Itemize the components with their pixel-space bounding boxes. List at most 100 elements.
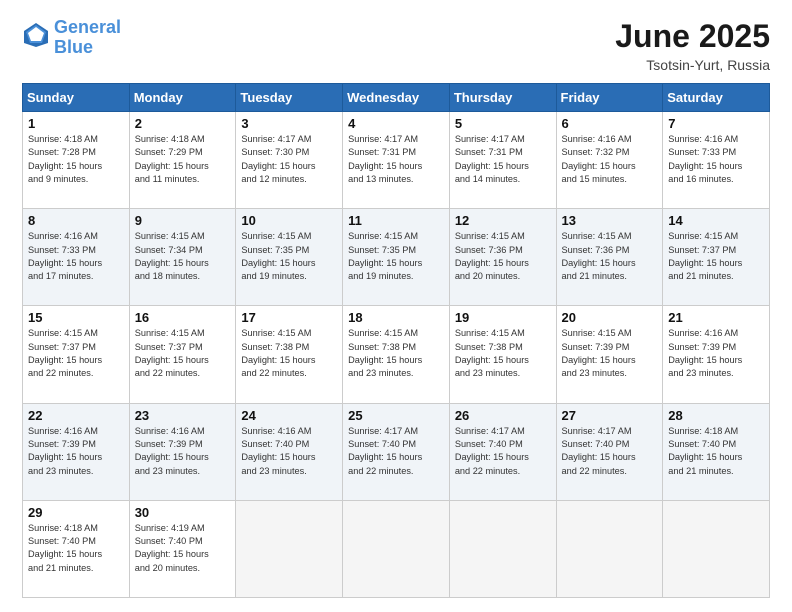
cell-text: Sunrise: 4:15 AM Sunset: 7:39 PM Dayligh… — [562, 327, 658, 380]
day-number: 9 — [135, 213, 231, 228]
day-number: 4 — [348, 116, 444, 131]
cell-text: Sunrise: 4:19 AM Sunset: 7:40 PM Dayligh… — [135, 522, 231, 575]
calendar-week-row: 15Sunrise: 4:15 AM Sunset: 7:37 PM Dayli… — [23, 306, 770, 403]
table-row: 17Sunrise: 4:15 AM Sunset: 7:38 PM Dayli… — [236, 306, 343, 403]
col-wednesday: Wednesday — [343, 84, 450, 112]
table-row: 22 Sunrise: 4:16 AM Sunset: 7:39 PM Dayli… — [23, 403, 130, 500]
day-number: 24 — [241, 408, 337, 423]
day-number: 28 — [668, 408, 764, 423]
day-number: 8 — [28, 213, 124, 228]
cell-text: Sunrise: 4:16 AM Sunset: 7:39 PM Dayligh… — [28, 425, 124, 478]
table-row: 4 Sunrise: 4:17 AM Sunset: 7:31 PM Daylig… — [343, 112, 450, 209]
table-row — [449, 500, 556, 597]
table-row: 12Sunrise: 4:15 AM Sunset: 7:36 PM Dayli… — [449, 209, 556, 306]
table-row: 5 Sunrise: 4:17 AM Sunset: 7:31 PM Daylig… — [449, 112, 556, 209]
day-number: 18 — [348, 310, 444, 325]
table-row: 7 Sunrise: 4:16 AM Sunset: 7:33 PM Daylig… — [663, 112, 770, 209]
day-number: 14 — [668, 213, 764, 228]
cell-text: Sunrise: 4:18 AM Sunset: 7:28 PM Dayligh… — [28, 133, 124, 186]
table-row: 8 Sunrise: 4:16 AM Sunset: 7:33 PM Daylig… — [23, 209, 130, 306]
day-number: 17 — [241, 310, 337, 325]
table-row: 30 Sunrise: 4:19 AM Sunset: 7:40 PM Dayli… — [129, 500, 236, 597]
table-row: 28 Sunrise: 4:18 AM Sunset: 7:40 PM Dayli… — [663, 403, 770, 500]
table-row: 23Sunrise: 4:16 AM Sunset: 7:39 PM Dayli… — [129, 403, 236, 500]
day-number: 23 — [135, 408, 231, 423]
table-row: 18 Sunrise: 4:15 AM Sunset: 7:38 PM Dayli… — [343, 306, 450, 403]
cell-text: Sunrise: 4:18 AM Sunset: 7:40 PM Dayligh… — [668, 425, 764, 478]
day-number: 16 — [135, 310, 231, 325]
day-number: 1 — [28, 116, 124, 131]
logo: General Blue — [22, 18, 121, 58]
table-row: 27Sunrise: 4:17 AM Sunset: 7:40 PM Dayli… — [556, 403, 663, 500]
cell-text: Sunrise: 4:17 AM Sunset: 7:40 PM Dayligh… — [348, 425, 444, 478]
calendar-body: 1 Sunrise: 4:18 AM Sunset: 7:28 PM Daylig… — [23, 112, 770, 598]
day-number: 21 — [668, 310, 764, 325]
col-sunday: Sunday — [23, 84, 130, 112]
calendar-week-row: 29 Sunrise: 4:18 AM Sunset: 7:40 PM Dayli… — [23, 500, 770, 597]
cell-text: Sunrise: 4:15 AM Sunset: 7:38 PM Dayligh… — [455, 327, 551, 380]
cell-text: Sunrise: 4:15 AM Sunset: 7:36 PM Dayligh… — [562, 230, 658, 283]
cell-text: Sunrise: 4:16 AM Sunset: 7:33 PM Dayligh… — [668, 133, 764, 186]
logo-icon — [22, 21, 50, 54]
title-location: Tsotsin-Yurt, Russia — [615, 57, 770, 73]
table-row — [663, 500, 770, 597]
table-row: 14 Sunrise: 4:15 AM Sunset: 7:37 PM Dayli… — [663, 209, 770, 306]
cell-text: Sunrise: 4:18 AM Sunset: 7:40 PM Dayligh… — [28, 522, 124, 575]
title-month: June 2025 — [615, 18, 770, 55]
cell-text: Sunrise: 4:15 AM Sunset: 7:37 PM Dayligh… — [28, 327, 124, 380]
table-row: 16 Sunrise: 4:15 AM Sunset: 7:37 PM Dayli… — [129, 306, 236, 403]
table-row: 9 Sunrise: 4:15 AM Sunset: 7:34 PM Daylig… — [129, 209, 236, 306]
cell-text: Sunrise: 4:15 AM Sunset: 7:38 PM Dayligh… — [348, 327, 444, 380]
day-number: 7 — [668, 116, 764, 131]
table-row: 24Sunrise: 4:16 AM Sunset: 7:40 PM Dayli… — [236, 403, 343, 500]
table-row: 10 Sunrise: 4:15 AM Sunset: 7:35 PM Dayli… — [236, 209, 343, 306]
day-number: 26 — [455, 408, 551, 423]
col-saturday: Saturday — [663, 84, 770, 112]
cell-text: Sunrise: 4:17 AM Sunset: 7:31 PM Dayligh… — [455, 133, 551, 186]
day-number: 27 — [562, 408, 658, 423]
day-number: 2 — [135, 116, 231, 131]
col-thursday: Thursday — [449, 84, 556, 112]
cell-text: Sunrise: 4:15 AM Sunset: 7:35 PM Dayligh… — [241, 230, 337, 283]
day-number: 3 — [241, 116, 337, 131]
cell-text: Sunrise: 4:16 AM Sunset: 7:39 PM Dayligh… — [668, 327, 764, 380]
day-number: 19 — [455, 310, 551, 325]
day-number: 5 — [455, 116, 551, 131]
calendar-header-row: Sunday Monday Tuesday Wednesday Thursday… — [23, 84, 770, 112]
day-number: 6 — [562, 116, 658, 131]
day-number: 22 — [28, 408, 124, 423]
cell-text: Sunrise: 4:15 AM Sunset: 7:35 PM Dayligh… — [348, 230, 444, 283]
table-row: 26 Sunrise: 4:17 AM Sunset: 7:40 PM Dayli… — [449, 403, 556, 500]
table-row: 15Sunrise: 4:15 AM Sunset: 7:37 PM Dayli… — [23, 306, 130, 403]
calendar-week-row: 1 Sunrise: 4:18 AM Sunset: 7:28 PM Daylig… — [23, 112, 770, 209]
cell-text: Sunrise: 4:17 AM Sunset: 7:40 PM Dayligh… — [455, 425, 551, 478]
table-row: 19 Sunrise: 4:15 AM Sunset: 7:38 PM Dayli… — [449, 306, 556, 403]
day-number: 30 — [135, 505, 231, 520]
cell-text: Sunrise: 4:15 AM Sunset: 7:37 PM Dayligh… — [135, 327, 231, 380]
table-row: 11 Sunrise: 4:15 AM Sunset: 7:35 PM Dayli… — [343, 209, 450, 306]
cell-text: Sunrise: 4:17 AM Sunset: 7:31 PM Dayligh… — [348, 133, 444, 186]
cell-text: Sunrise: 4:17 AM Sunset: 7:30 PM Dayligh… — [241, 133, 337, 186]
col-monday: Monday — [129, 84, 236, 112]
cell-text: Sunrise: 4:16 AM Sunset: 7:33 PM Dayligh… — [28, 230, 124, 283]
day-number: 29 — [28, 505, 124, 520]
cell-text: Sunrise: 4:15 AM Sunset: 7:34 PM Dayligh… — [135, 230, 231, 283]
day-number: 20 — [562, 310, 658, 325]
calendar-week-row: 22 Sunrise: 4:16 AM Sunset: 7:39 PM Dayli… — [23, 403, 770, 500]
table-row: 13 Sunrise: 4:15 AM Sunset: 7:36 PM Dayli… — [556, 209, 663, 306]
day-number: 11 — [348, 213, 444, 228]
table-row: 25Sunrise: 4:17 AM Sunset: 7:40 PM Dayli… — [343, 403, 450, 500]
table-row — [556, 500, 663, 597]
col-tuesday: Tuesday — [236, 84, 343, 112]
cell-text: Sunrise: 4:15 AM Sunset: 7:37 PM Dayligh… — [668, 230, 764, 283]
header: General Blue June 2025 Tsotsin-Yurt, Rus… — [22, 18, 770, 73]
table-row: 21 Sunrise: 4:16 AM Sunset: 7:39 PM Dayli… — [663, 306, 770, 403]
day-number: 10 — [241, 213, 337, 228]
calendar-week-row: 8 Sunrise: 4:16 AM Sunset: 7:33 PM Daylig… — [23, 209, 770, 306]
title-block: June 2025 Tsotsin-Yurt, Russia — [615, 18, 770, 73]
table-row: 1 Sunrise: 4:18 AM Sunset: 7:28 PM Daylig… — [23, 112, 130, 209]
table-row: 3 Sunrise: 4:17 AM Sunset: 7:30 PM Daylig… — [236, 112, 343, 209]
cell-text: Sunrise: 4:18 AM Sunset: 7:29 PM Dayligh… — [135, 133, 231, 186]
day-number: 13 — [562, 213, 658, 228]
logo-text: General Blue — [54, 18, 121, 58]
